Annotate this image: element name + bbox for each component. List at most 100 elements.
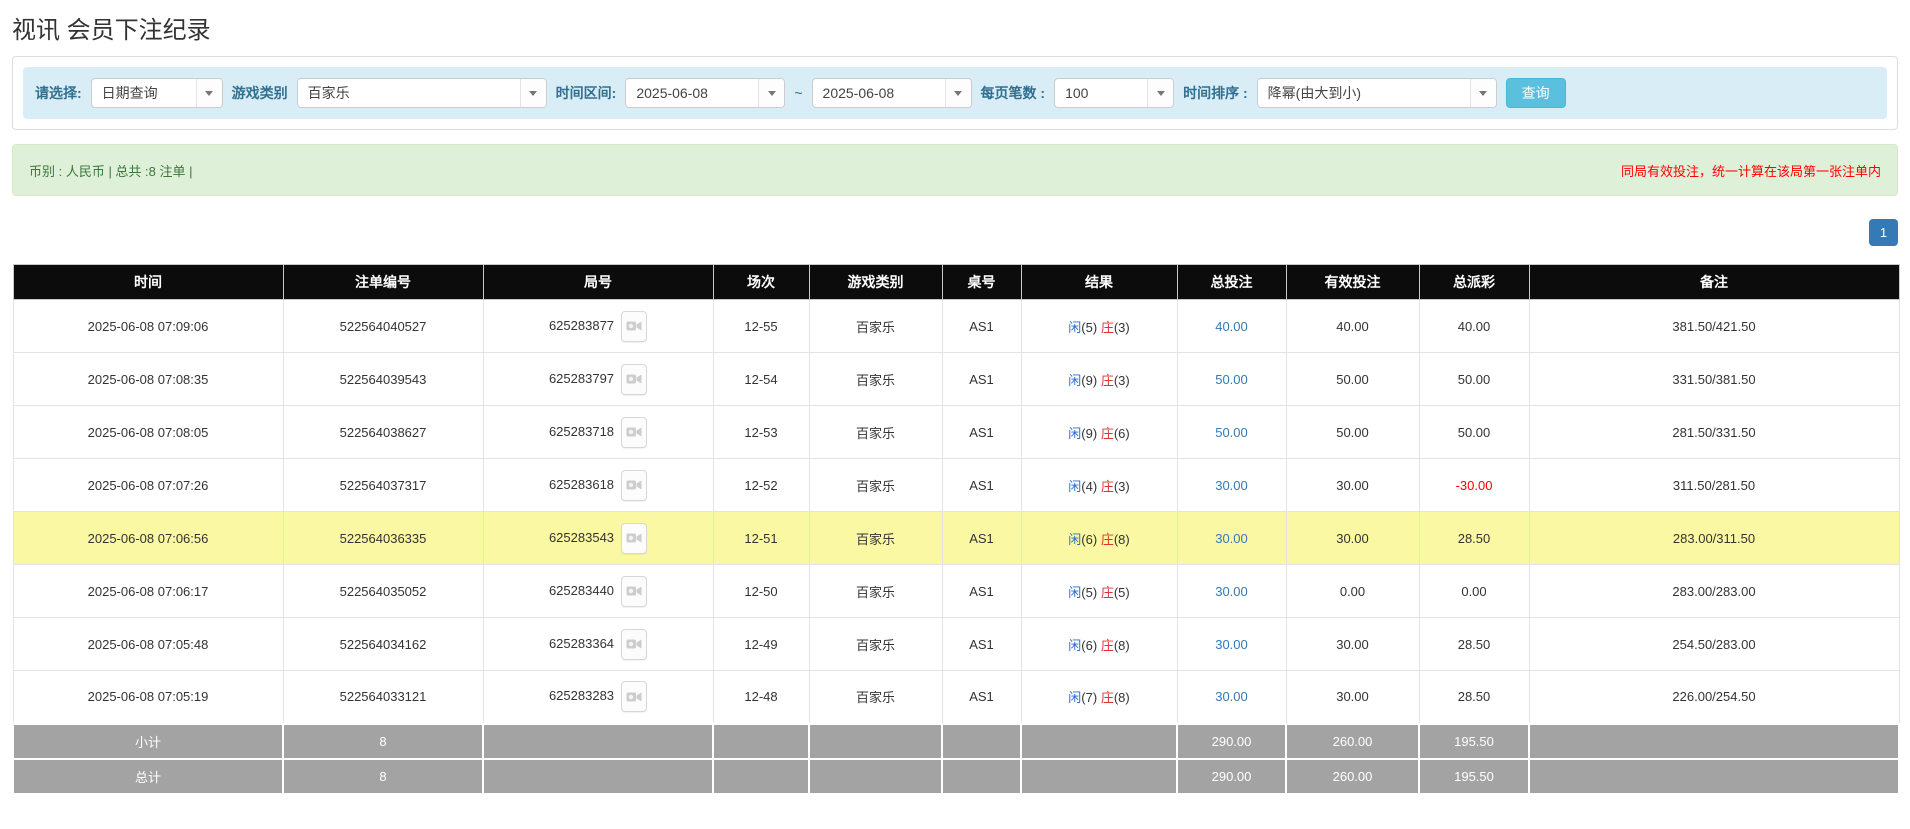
- footer-empty-cell: [483, 724, 713, 759]
- filter-bar: 请选择: 日期查询 游戏类别 百家乐 时间区间: 2025-06-08 ~ 20…: [23, 67, 1887, 119]
- video-icon[interactable]: [621, 629, 647, 660]
- player-result: 闲: [1068, 479, 1081, 494]
- game-type-cell: 百家乐: [809, 565, 942, 618]
- bet-number-cell: 522564040527: [283, 300, 483, 353]
- footer-empty-cell: [483, 759, 713, 794]
- result-cell: 闲(6) 庄(8): [1021, 618, 1177, 671]
- table-number-cell: AS1: [942, 300, 1021, 353]
- session-cell: 12-52: [713, 459, 809, 512]
- query-type-value: 日期查询: [92, 83, 196, 103]
- bet-records-table: 时间注单编号局号场次游戏类别桌号结果总投注有效投注总派彩备注 2025-06-0…: [12, 264, 1900, 795]
- valid-bet-cell: 50.00: [1286, 353, 1419, 406]
- player-result: 闲: [1068, 585, 1081, 600]
- date-from-select[interactable]: 2025-06-08: [625, 78, 785, 108]
- total-bet-link[interactable]: 50.00: [1215, 372, 1248, 387]
- game-type-cell: 百家乐: [809, 459, 942, 512]
- game-type-select[interactable]: 百家乐: [297, 78, 547, 108]
- total-bet-cell: 50.00: [1177, 406, 1286, 459]
- page-size-select[interactable]: 100: [1054, 78, 1174, 108]
- total-bet-link[interactable]: 30.00: [1215, 689, 1248, 704]
- currency-summary: 币别 : 人民币 | 总共 :8 注单 |: [29, 161, 193, 180]
- total-bet-cell: 40.00: [1177, 300, 1286, 353]
- result-cell: 闲(9) 庄(6): [1021, 406, 1177, 459]
- chevron-down-icon: [758, 79, 784, 107]
- game-type-value: 百家乐: [298, 83, 520, 103]
- valid-bet-cell: 30.00: [1286, 618, 1419, 671]
- result-cell: 闲(6) 庄(8): [1021, 512, 1177, 565]
- table-row: 2025-06-08 07:06:56522564036335625283543…: [13, 512, 1899, 565]
- banker-result: 庄: [1101, 426, 1114, 441]
- round-number: 625283797: [549, 370, 614, 385]
- footer-label-cell: 总计: [13, 759, 283, 794]
- valid-bet-cell: 30.00: [1286, 459, 1419, 512]
- round-number: 625283283: [549, 688, 614, 703]
- column-header: 总派彩: [1419, 265, 1529, 300]
- column-header: 结果: [1021, 265, 1177, 300]
- subtotal-row: 小计8290.00260.00195.50: [13, 724, 1899, 759]
- video-icon[interactable]: [621, 523, 647, 554]
- banker-result: 庄: [1101, 479, 1114, 494]
- footer-payout-cell: 195.50: [1419, 759, 1529, 794]
- valid-bet-note: 同局有效投注，统一计算在该局第一张注单内: [1621, 161, 1881, 180]
- table-header-row: 时间注单编号局号场次游戏类别桌号结果总投注有效投注总派彩备注: [13, 265, 1899, 300]
- query-button[interactable]: 查询: [1506, 78, 1566, 108]
- session-cell: 12-51: [713, 512, 809, 565]
- banker-result: 庄: [1101, 638, 1114, 653]
- bet-number-cell: 522564037317: [283, 459, 483, 512]
- payout-cell: 50.00: [1419, 353, 1529, 406]
- query-type-label: 请选择:: [35, 83, 82, 103]
- result-cell: 闲(4) 庄(3): [1021, 459, 1177, 512]
- footer-count-cell: 8: [283, 759, 483, 794]
- bet-time-cell: 2025-06-08 07:06:56: [13, 512, 283, 565]
- session-cell: 12-54: [713, 353, 809, 406]
- total-bet-link[interactable]: 30.00: [1215, 531, 1248, 546]
- payout-cell: 40.00: [1419, 300, 1529, 353]
- date-range-separator: ~: [794, 85, 802, 101]
- sort-select[interactable]: 降幂(由大到小): [1257, 78, 1497, 108]
- bet-number-cell: 522564033121: [283, 671, 483, 724]
- video-camera-glyph: [626, 425, 642, 439]
- video-icon[interactable]: [621, 576, 647, 607]
- table-row: 2025-06-08 07:05:48522564034162625283364…: [13, 618, 1899, 671]
- footer-total-bet-cell: 290.00: [1177, 724, 1286, 759]
- total-bet-link[interactable]: 50.00: [1215, 425, 1248, 440]
- game-type-cell: 百家乐: [809, 512, 942, 565]
- query-type-select[interactable]: 日期查询: [91, 78, 223, 108]
- footer-empty-cell: [1529, 724, 1899, 759]
- session-cell: 12-55: [713, 300, 809, 353]
- player-result: 闲: [1068, 532, 1081, 547]
- page-button-1[interactable]: 1: [1869, 219, 1898, 246]
- round-number: 625283718: [549, 423, 614, 438]
- game-type-cell: 百家乐: [809, 353, 942, 406]
- valid-bet-cell: 0.00: [1286, 565, 1419, 618]
- total-bet-link[interactable]: 30.00: [1215, 637, 1248, 652]
- total-bet-cell: 30.00: [1177, 459, 1286, 512]
- banker-result: 庄: [1101, 532, 1114, 547]
- footer-empty-cell: [809, 759, 942, 794]
- video-icon[interactable]: [621, 417, 647, 448]
- column-header: 总投注: [1177, 265, 1286, 300]
- footer-count-cell: 8: [283, 724, 483, 759]
- video-icon[interactable]: [621, 311, 647, 342]
- payout-cell: 28.50: [1419, 671, 1529, 724]
- total-bet-link[interactable]: 30.00: [1215, 478, 1248, 493]
- footer-empty-cell: [809, 724, 942, 759]
- video-camera-glyph: [626, 690, 642, 704]
- banker-result: 庄: [1101, 320, 1114, 335]
- round-number-cell: 625283877: [483, 300, 713, 353]
- total-bet-link[interactable]: 40.00: [1215, 319, 1248, 334]
- total-bet-link[interactable]: 30.00: [1215, 584, 1248, 599]
- payout-cell: 0.00: [1419, 565, 1529, 618]
- round-number-cell: 625283718: [483, 406, 713, 459]
- video-icon[interactable]: [621, 470, 647, 501]
- video-icon[interactable]: [621, 681, 647, 712]
- game-type-cell: 百家乐: [809, 618, 942, 671]
- session-cell: 12-50: [713, 565, 809, 618]
- date-to-select[interactable]: 2025-06-08: [812, 78, 972, 108]
- result-cell: 闲(5) 庄(3): [1021, 300, 1177, 353]
- round-number: 625283877: [549, 317, 614, 332]
- page: 视讯 会员下注纪录 请选择: 日期查询 游戏类别 百家乐 时间区间: 2025-…: [0, 10, 1910, 795]
- page-size-value: 100: [1055, 85, 1147, 101]
- chevron-down-icon: [945, 79, 971, 107]
- video-icon[interactable]: [621, 364, 647, 395]
